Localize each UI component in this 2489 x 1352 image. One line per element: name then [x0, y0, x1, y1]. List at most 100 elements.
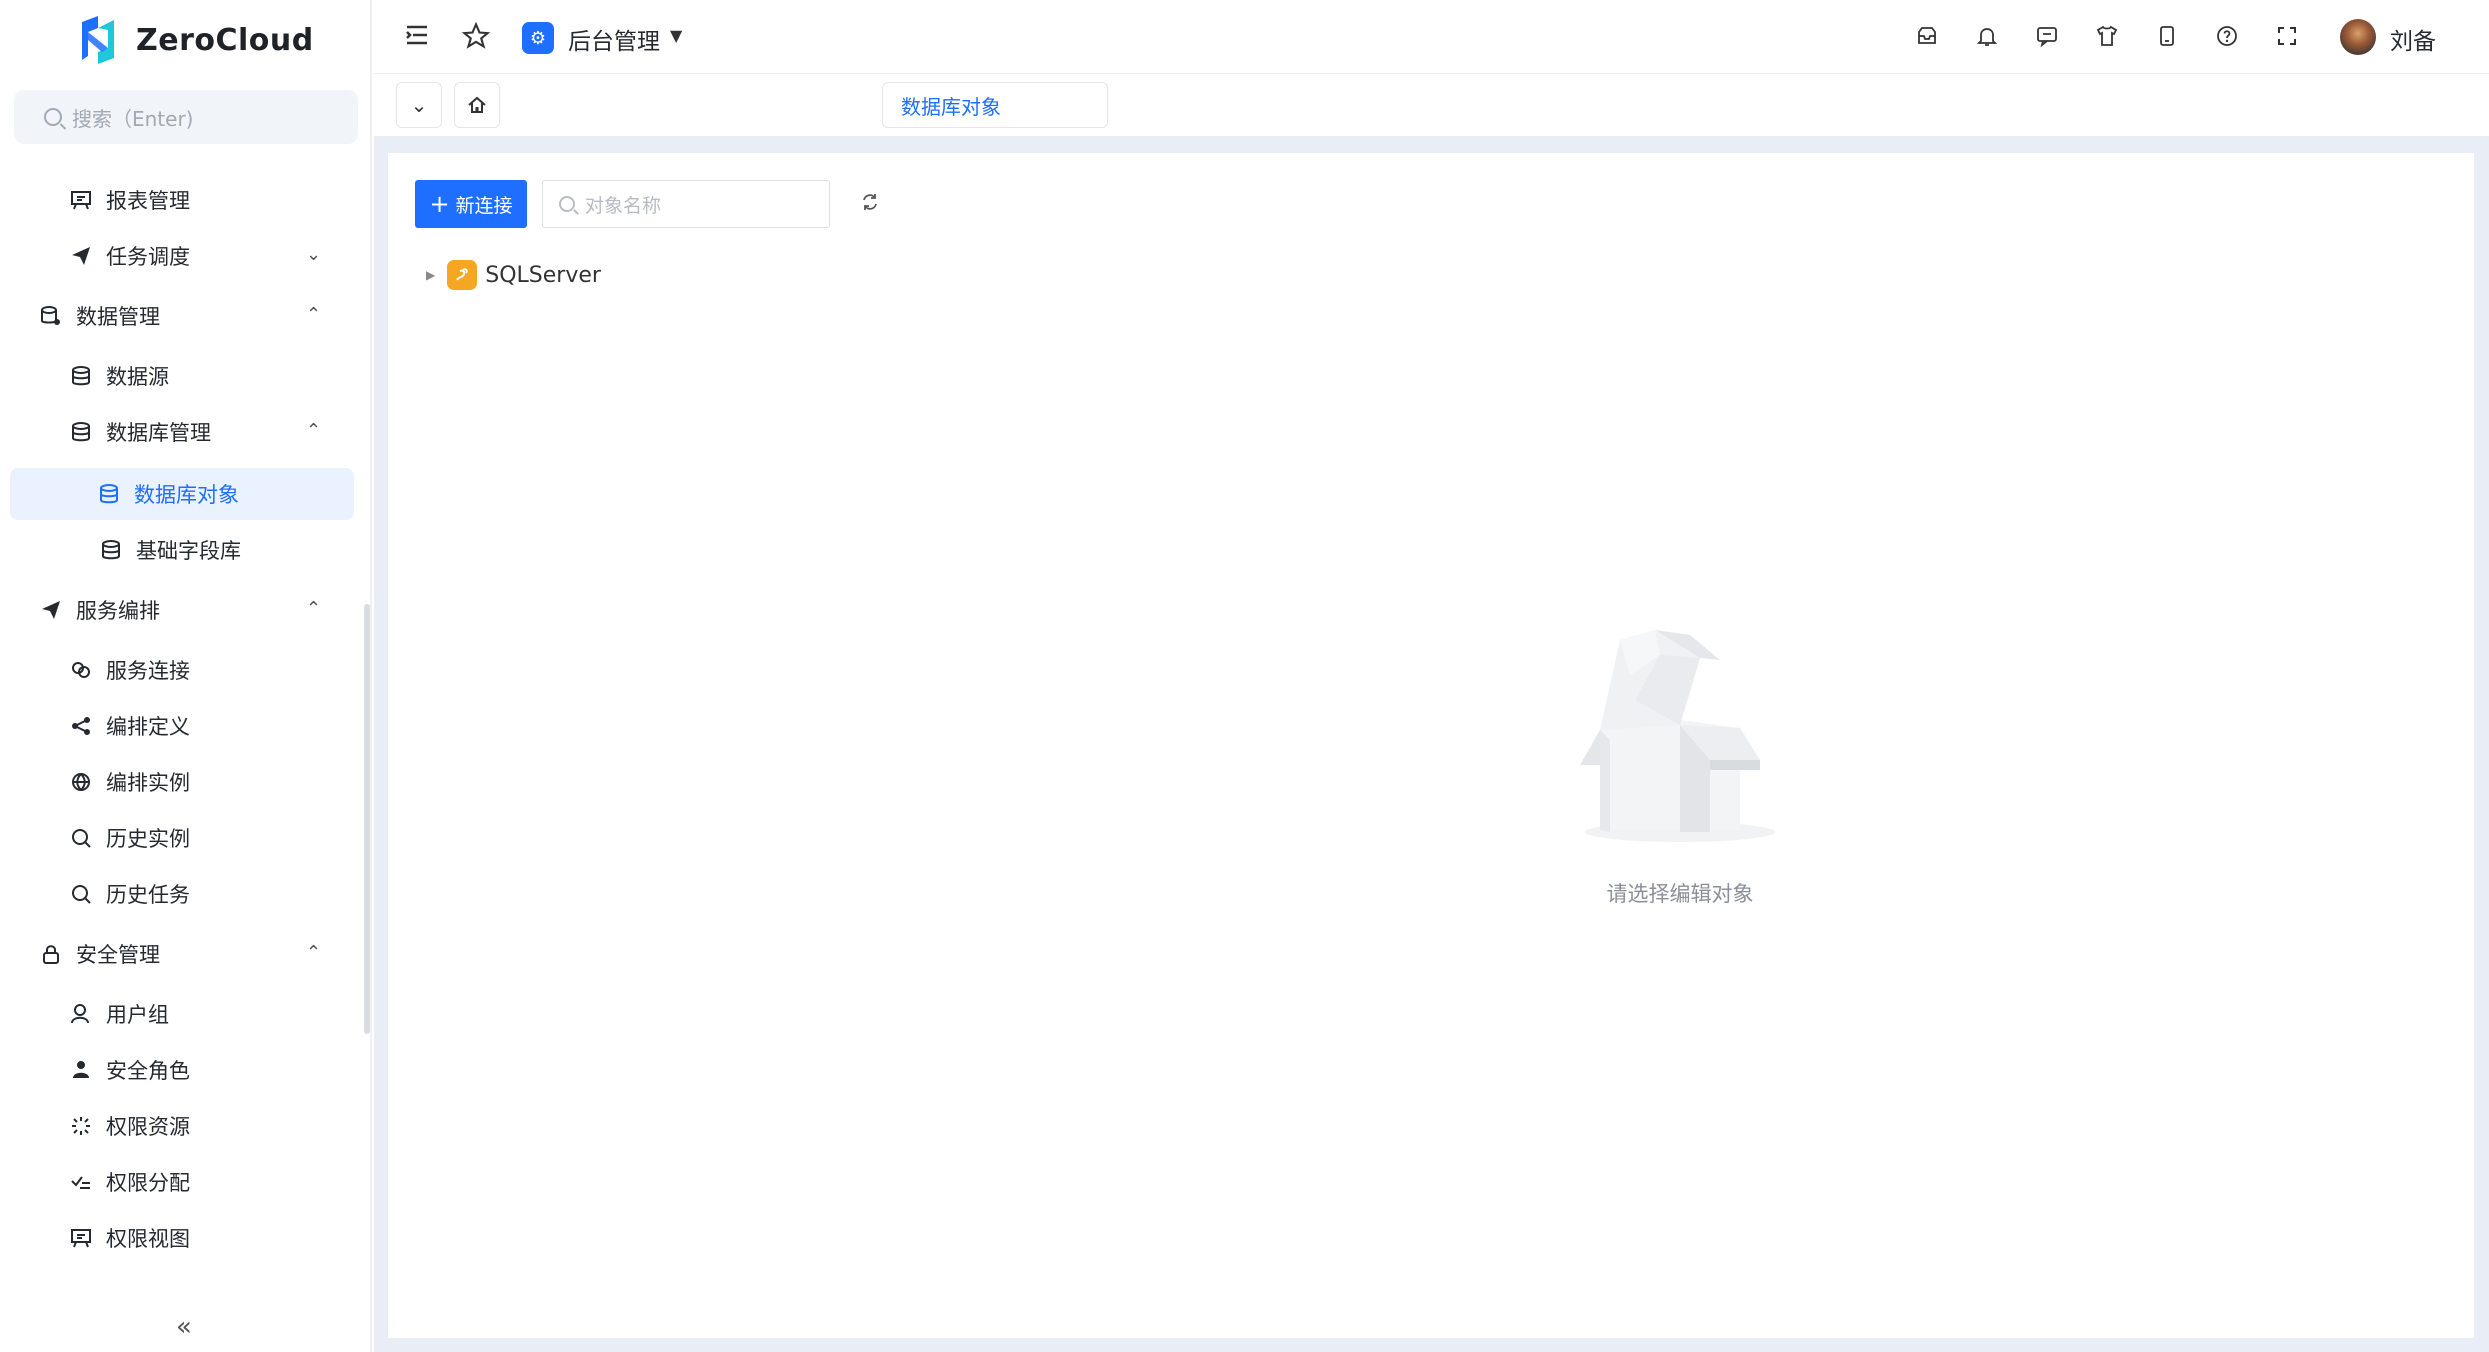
sidebar-search-placeholder: 搜索（Enter) — [72, 106, 194, 131]
sidebar-item-label: 历史任务 — [106, 883, 190, 907]
bell-icon[interactable] — [1974, 24, 2000, 50]
username[interactable]: 刘备 — [2390, 22, 2436, 56]
sidebar-item-label: 权限视图 — [106, 1227, 190, 1251]
plus-icon: + — [429, 190, 450, 218]
sidebar-item-service-connection[interactable]: 服务连接 — [0, 644, 372, 696]
sidebar-item-task-schedule[interactable]: 任务调度 ⌄ — [0, 230, 372, 282]
user-group-icon — [70, 1059, 92, 1081]
sidebar-item-data-management[interactable]: 数据管理 ⌃ — [0, 290, 372, 342]
sidebar-item-label: 权限分配 — [106, 1171, 190, 1195]
star-icon[interactable] — [461, 21, 491, 57]
sidebar-item-label: 安全管理 — [76, 943, 160, 967]
database-icon — [98, 483, 120, 505]
sidebar-item-history-instance[interactable]: 历史实例 — [0, 812, 372, 864]
top-header: ⚙ 后台管理 ▼ 刘备 — [374, 0, 2489, 74]
collapse-sidebar-icon[interactable]: « — [176, 1312, 192, 1342]
sidebar-item-orchestration-instance[interactable]: 编排实例 — [0, 756, 372, 808]
tabs-dropdown-icon[interactable]: ⌄ — [396, 82, 442, 128]
menu-toggle-icon[interactable] — [404, 22, 430, 55]
object-name-search-input[interactable]: 对象名称 — [542, 180, 830, 228]
chevron-up-icon: ⌃ — [306, 598, 322, 619]
tab-bar: ⌄ 数据库对象 — [374, 74, 2489, 136]
empty-box-icon — [1580, 630, 1775, 842]
avatar[interactable] — [2340, 19, 2376, 55]
refresh-icon[interactable] — [860, 192, 880, 217]
app-name: ZeroCloud — [136, 22, 314, 58]
sidebar: ZeroCloud 搜索（Enter) 报表管理 任务调度 ⌄ 数据管理 ⌃ 数… — [0, 0, 372, 1352]
caret-right-icon[interactable]: ▶ — [426, 268, 435, 282]
sidebar-item-permission-assignment[interactable]: 权限分配 — [0, 1156, 372, 1208]
tablet-icon[interactable] — [2154, 24, 2180, 50]
sidebar-menu: 报表管理 任务调度 ⌄ 数据管理 ⌃ 数据源 数据库管理 ⌃ 数据库对象 基础字… — [0, 170, 372, 1300]
sidebar-item-user-group[interactable]: 用户组 — [0, 988, 372, 1040]
sidebar-item-label: 任务调度 — [106, 245, 190, 269]
sidebar-item-datasource[interactable]: 数据源 — [0, 350, 372, 402]
tree-node-sqlserver[interactable]: ▶ SQLServer — [426, 258, 601, 292]
search-icon — [70, 827, 92, 849]
tab-database-object[interactable]: 数据库对象 — [882, 82, 1108, 128]
tree-node-label: SQLServer — [485, 262, 601, 288]
database-icon — [100, 539, 122, 561]
sidebar-item-label: 基础字段库 — [136, 539, 241, 563]
sidebar-item-database-management[interactable]: 数据库管理 ⌃ — [0, 406, 372, 458]
empty-state-message: 请选择编辑对象 — [1606, 882, 1754, 906]
globe-icon — [70, 771, 92, 793]
search-icon — [70, 883, 92, 905]
database-icon — [70, 421, 92, 443]
sidebar-item-label: 历史实例 — [106, 827, 190, 851]
database-settings-icon — [40, 305, 62, 327]
sidebar-item-label: 编排实例 — [106, 771, 190, 795]
user-icon — [70, 1003, 92, 1025]
sidebar-item-base-field-library[interactable]: 基础字段库 — [0, 524, 372, 576]
fullscreen-icon[interactable] — [2274, 24, 2300, 50]
lock-icon — [40, 943, 62, 965]
sidebar-item-label: 安全角色 — [106, 1059, 190, 1083]
checklist-icon — [70, 1171, 92, 1193]
sidebar-item-history-task[interactable]: 历史任务 — [0, 868, 372, 920]
sidebar-item-label: 数据库对象 — [134, 483, 239, 507]
sidebar-item-label: 服务编排 — [76, 599, 160, 623]
module-title[interactable]: 后台管理 — [568, 22, 660, 56]
home-icon[interactable] — [454, 82, 500, 128]
link-icon — [70, 659, 92, 681]
inbox-icon[interactable] — [1914, 24, 1940, 50]
module-gear-icon: ⚙ — [522, 22, 554, 54]
sidebar-item-label: 用户组 — [106, 1003, 169, 1027]
chevron-up-icon: ⌃ — [306, 304, 322, 325]
sidebar-item-database-object[interactable]: 数据库对象 — [10, 468, 354, 520]
message-icon[interactable] — [2034, 24, 2060, 50]
chevron-down-icon: ⌄ — [306, 244, 322, 265]
sqlserver-icon — [447, 260, 478, 290]
loader-icon — [70, 1115, 92, 1137]
share-icon — [70, 715, 92, 737]
sidebar-search-input[interactable]: 搜索（Enter) — [14, 90, 358, 144]
caret-down-icon[interactable]: ▼ — [670, 26, 682, 45]
search-icon — [44, 108, 62, 126]
sidebar-item-label: 数据库管理 — [106, 421, 211, 445]
sidebar-item-label: 编排定义 — [106, 715, 190, 739]
sidebar-item-label: 服务连接 — [106, 659, 190, 683]
sidebar-item-service-orchestration[interactable]: 服务编排 ⌃ — [0, 584, 372, 636]
sidebar-item-permission-resource[interactable]: 权限资源 — [0, 1100, 372, 1152]
shirt-icon[interactable] — [2094, 24, 2120, 50]
send-icon — [70, 245, 92, 267]
app-logo[interactable]: ZeroCloud — [78, 12, 314, 68]
zerocloud-logo-icon — [82, 16, 114, 64]
search-icon — [559, 196, 575, 212]
sidebar-scrollbar[interactable] — [364, 604, 370, 1034]
send-icon — [40, 599, 62, 621]
sidebar-item-security-role[interactable]: 安全角色 — [0, 1044, 372, 1096]
sidebar-item-report[interactable]: 报表管理 — [0, 174, 372, 226]
help-icon[interactable] — [2214, 24, 2240, 50]
sidebar-item-security-management[interactable]: 安全管理 ⌃ — [0, 928, 372, 980]
new-connection-label: 新连接 — [455, 194, 513, 217]
sidebar-item-label: 数据管理 — [76, 305, 160, 329]
sidebar-item-permission-view[interactable]: 权限视图 — [0, 1212, 372, 1264]
sidebar-item-label: 报表管理 — [106, 189, 190, 213]
presentation-icon — [70, 1227, 92, 1249]
chevron-up-icon: ⌃ — [306, 420, 322, 441]
sidebar-item-orchestration-definition[interactable]: 编排定义 — [0, 700, 372, 752]
new-connection-button[interactable]: + 新连接 — [415, 180, 527, 228]
object-search-placeholder: 对象名称 — [585, 194, 662, 217]
presentation-icon — [70, 189, 92, 211]
